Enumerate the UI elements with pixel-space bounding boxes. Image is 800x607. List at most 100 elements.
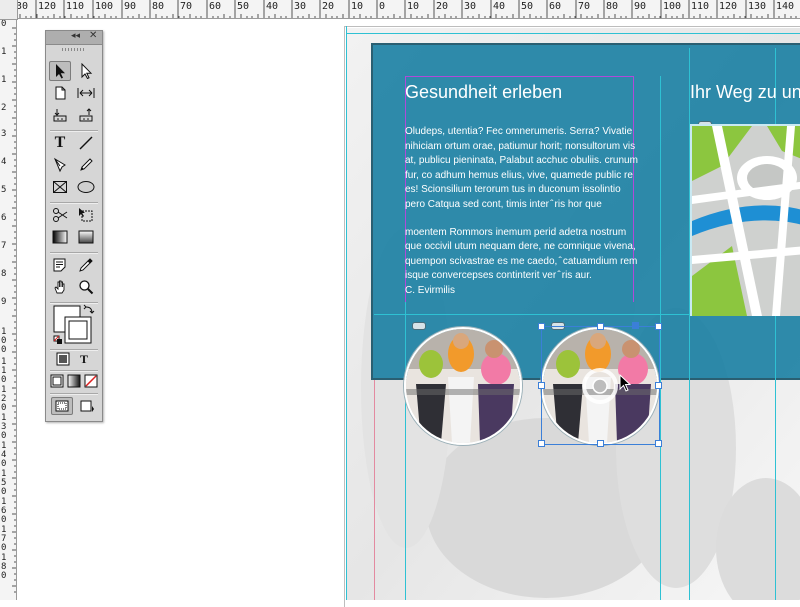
ruler-left-label: 6 <box>1 213 7 223</box>
ruler-left-label: 3 <box>1 129 7 139</box>
type-tool-icon[interactable]: T <box>49 133 71 153</box>
ruler-top-label: 30 <box>464 1 477 12</box>
ruler-top-label: 50 <box>521 1 534 12</box>
resize-handle-top-right[interactable] <box>655 323 662 330</box>
content-grabber-donut-icon[interactable] <box>578 364 622 408</box>
ruler-top-label: 120 <box>38 1 57 12</box>
ruler-top-label: 30 <box>294 1 307 12</box>
resize-handle-bottom-right[interactable] <box>655 440 662 447</box>
scissors-tool-icon[interactable] <box>49 205 71 225</box>
content-grabber-icon[interactable] <box>412 322 426 330</box>
content-collector-tool-icon[interactable] <box>49 105 71 125</box>
gradient-feather-tool-icon[interactable] <box>75 227 97 247</box>
direct-selection-tool-icon[interactable] <box>75 61 97 81</box>
ruler-top-label: 100 <box>95 1 114 12</box>
apply-color-icon[interactable] <box>49 372 65 390</box>
pen-tool-icon[interactable] <box>49 155 71 175</box>
ruler-left-label: 100 <box>1 327 7 355</box>
ruler-left-label: 1 <box>1 75 7 85</box>
fitness-photo <box>406 329 520 443</box>
apply-gradient-icon[interactable] <box>66 372 82 390</box>
apply-none-icon[interactable] <box>83 372 99 390</box>
collapse-panel-icon[interactable]: ◂◂ <box>71 31 80 41</box>
ruler-top-label: 100 <box>663 1 682 12</box>
column-guide <box>660 76 661 600</box>
body-paragraph-1: Oludeps, utentia? Fec omnerumeris. Serra… <box>405 126 638 210</box>
horizontal-ruler[interactable]: 30 120 110 100 90 80 70 60 50 40 30 20 1… <box>0 0 800 19</box>
ruler-top-label: 140 <box>776 1 795 12</box>
free-transform-tool-icon[interactable] <box>75 205 97 225</box>
headline-right[interactable]: Ihr Weg zu uns <box>690 82 800 103</box>
ruler-left-label: 120 <box>1 385 7 413</box>
normal-view-mode-icon[interactable] <box>51 397 73 415</box>
ruler-origin-corner[interactable] <box>0 0 18 20</box>
ruler-top-label: 10 <box>407 1 420 12</box>
gradient-swatch-tool-icon[interactable] <box>49 227 71 247</box>
ruler-top-label: 70 <box>578 1 591 12</box>
ruler-left-label: 5 <box>1 185 7 195</box>
formatting-affects-text-icon[interactable]: T <box>75 350 93 368</box>
ruler-top-label: 130 <box>748 1 767 12</box>
ruler-left-label: 2 <box>1 103 7 113</box>
ruler-left-label: 4 <box>1 157 7 167</box>
body-text-frame[interactable]: Oludeps, utentia? Fec omnerumeris. Serra… <box>405 125 640 312</box>
ellipse-tool-icon[interactable] <box>75 177 97 197</box>
ruler-left-label: 170 <box>1 525 7 553</box>
tools-panel[interactable]: ◂◂ ✕ T T <box>45 30 103 422</box>
content-placer-tool-icon[interactable] <box>75 105 97 125</box>
note-tool-icon[interactable] <box>49 255 71 275</box>
ruler-left-label: 130 <box>1 413 7 441</box>
resize-handle-right[interactable] <box>655 382 662 389</box>
toolbar-separator <box>50 252 98 254</box>
fitness-photo-circle-1[interactable] <box>404 327 522 445</box>
bleed-guide <box>374 380 375 600</box>
tools-panel-titlebar[interactable]: ◂◂ ✕ <box>46 30 102 45</box>
signature: C. Evirmilis <box>405 284 455 296</box>
ruler-top-label: 70 <box>180 1 193 12</box>
margin-guide-left <box>346 26 347 600</box>
gap-tool-icon[interactable] <box>75 83 97 103</box>
formatting-affects-container-icon[interactable] <box>54 350 72 368</box>
ruler-left-label: 1 <box>1 47 7 57</box>
ruler-top-label: 10 <box>351 1 364 12</box>
ruler-top-label: 110 <box>66 1 85 12</box>
map-image-frame[interactable] <box>690 124 800 316</box>
resize-handle-bottom[interactable] <box>597 440 604 447</box>
ruler-top-label: 60 <box>209 1 222 12</box>
ruler-left-label: 140 <box>1 441 7 469</box>
resize-handle-left[interactable] <box>538 382 545 389</box>
line-tool-icon[interactable] <box>75 133 97 153</box>
fill-stroke-swatch[interactable] <box>52 303 96 347</box>
eyedropper-tool-icon[interactable] <box>75 255 97 275</box>
toolbar-separator <box>50 130 98 132</box>
ruler-top-label: 20 <box>436 1 449 12</box>
hand-tool-icon[interactable] <box>49 277 71 297</box>
rectangle-frame-tool-icon[interactable] <box>49 177 71 197</box>
selection-tool-icon[interactable] <box>49 61 71 81</box>
ruler-top-label: 120 <box>719 1 738 12</box>
toolbar-separator <box>50 393 98 395</box>
close-panel-icon[interactable]: ✕ <box>89 30 97 41</box>
resize-handle-bottom-left[interactable] <box>538 440 545 447</box>
ruler-top-label: 50 <box>237 1 250 12</box>
resize-handle-top[interactable] <box>597 323 604 330</box>
ruler-top-label: 0 <box>379 1 386 12</box>
corner-options-handle[interactable] <box>632 322 639 329</box>
toolbar-separator <box>50 202 98 204</box>
pencil-tool-icon[interactable] <box>75 155 97 175</box>
ruler-top-label: 80 <box>606 1 619 12</box>
preview-mode-icon[interactable] <box>76 397 98 415</box>
resize-handle-top-left[interactable] <box>538 323 545 330</box>
page-tool-icon[interactable] <box>49 83 71 103</box>
ruler-top-label: 80 <box>152 1 165 12</box>
map-image <box>692 126 800 316</box>
ruler-left-label: 110 <box>1 357 7 385</box>
vertical-ruler[interactable]: 0 1 1 2 3 4 5 6 7 8 9 100 110 120 130 14… <box>0 18 17 600</box>
headline-left[interactable]: Gesundheit erleben <box>405 82 562 103</box>
ruler-left-label: 0 <box>1 19 7 29</box>
panel-grip[interactable] <box>62 48 86 51</box>
ruler-left-label: 150 <box>1 469 7 497</box>
ruler-left-label: 160 <box>1 497 7 525</box>
ruler-top-label: 110 <box>691 1 710 12</box>
zoom-tool-icon[interactable] <box>75 277 97 297</box>
